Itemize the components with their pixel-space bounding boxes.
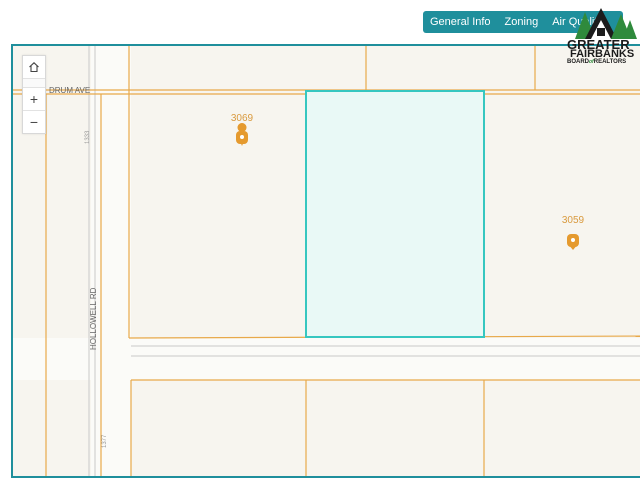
parcel-map[interactable]: DRUM AVE 3069 3059 HOLLOWELL RD 1333 137…	[11, 44, 640, 478]
parcel-marker-3059[interactable]	[567, 234, 579, 250]
logo-house-trees-icon	[575, 8, 637, 39]
map-controls: + −	[22, 55, 46, 134]
address-label-1333: 1333	[85, 130, 91, 144]
address-label-1377: 1377	[102, 434, 108, 448]
parcel-marker-3069[interactable]	[236, 123, 248, 146]
hollowell-road	[91, 46, 131, 476]
parcel-number-3069: 3069	[231, 113, 254, 124]
zoom-out-button[interactable]: −	[23, 111, 45, 133]
control-separator	[23, 79, 45, 88]
zoom-in-button[interactable]: +	[23, 88, 45, 111]
greater-fairbanks-logo: GREATER FAIRBANKS BOARDofREALTORS	[565, 6, 640, 68]
drum-ave-label: DRUM AVE	[49, 86, 90, 95]
tab-zoning[interactable]: Zoning	[498, 11, 546, 33]
selected-parcel[interactable]	[305, 90, 485, 338]
cross-road	[13, 338, 640, 380]
plus-icon: +	[29, 91, 39, 107]
home-icon	[29, 62, 39, 73]
logo-text-board: BOARDofREALTORS	[567, 59, 627, 65]
tab-general-info[interactable]: General Info	[423, 11, 498, 33]
minus-icon: −	[29, 114, 39, 130]
parcel-number-3059: 3059	[562, 215, 585, 226]
home-button[interactable]	[23, 56, 45, 79]
hollowell-rd-label: HOLLOWELL RD	[89, 287, 98, 350]
